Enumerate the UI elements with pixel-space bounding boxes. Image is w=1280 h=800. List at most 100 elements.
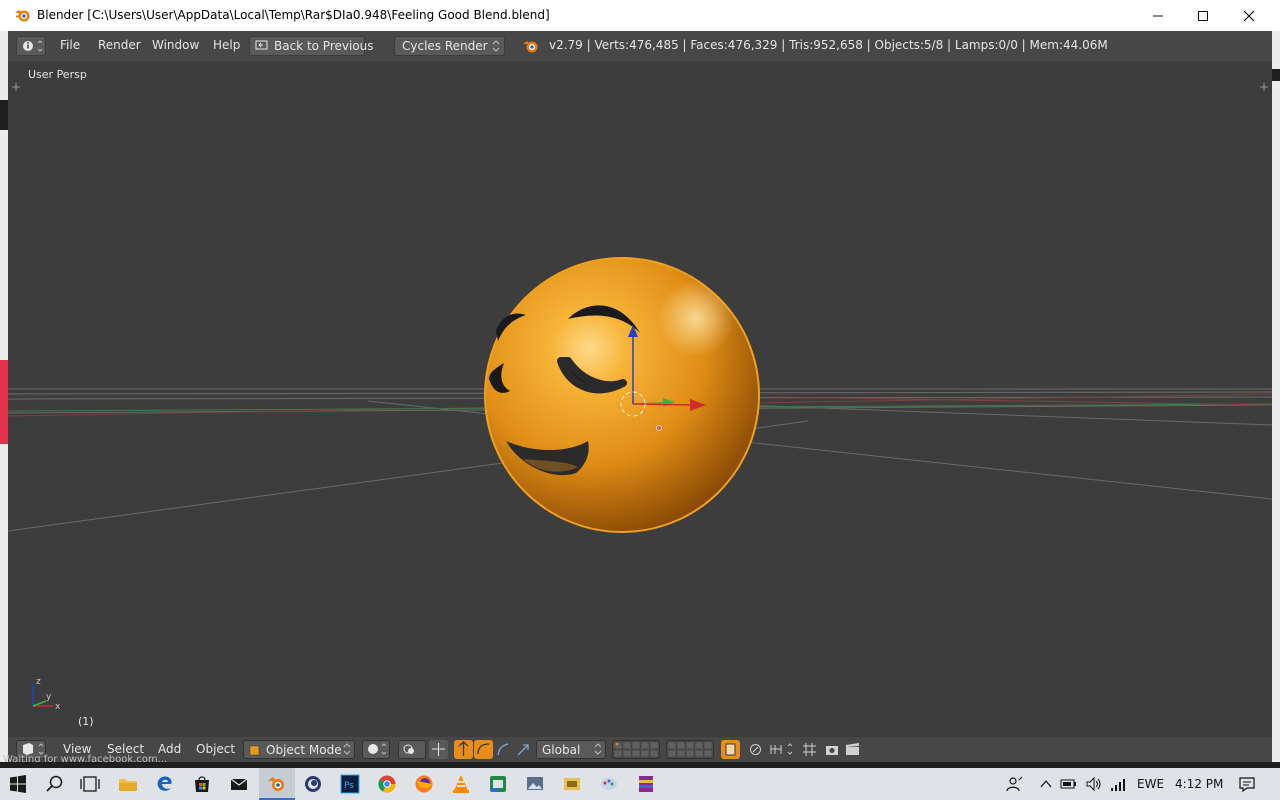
photoshop-icon[interactable]: Ps [340,774,360,794]
layer-lock-icon [725,743,736,756]
minimize-icon [1153,15,1163,16]
pivot-point-select[interactable] [398,740,426,759]
task-view-icon[interactable] [80,774,100,794]
orientation-select[interactable]: Global [536,740,606,759]
snap-grid-icon [803,743,816,756]
close-button[interactable] [1226,0,1272,31]
manipulator-icon [432,743,445,756]
clock[interactable]: 4:12 PM [1175,777,1223,791]
search-icon[interactable] [45,774,65,794]
minimize-button[interactable] [1135,0,1181,31]
back-to-previous-button[interactable]: Back to Previous [249,36,374,56]
editor-type-button[interactable] [16,36,46,56]
axis-gizmo-z-label: z [36,677,41,687]
firefox-icon[interactable] [414,774,434,794]
file-explorer-icon[interactable] [118,774,138,794]
mail-icon[interactable] [229,774,249,794]
snap-toggle[interactable] [800,740,819,759]
vlc-icon[interactable] [451,774,471,794]
blender-logo-icon [15,10,30,22]
emoji-sphere-object[interactable] [484,257,760,533]
cinema4d-icon[interactable] [303,774,323,794]
blender-logo-icon [523,41,538,53]
rotate-arc-icon [477,743,490,755]
layers-grid-icon [613,741,659,758]
store-icon[interactable] [192,774,212,794]
layers-grid-icon [667,741,713,758]
windows-taskbar: Ps EWE 4:12 PM [0,768,1280,800]
maximize-button[interactable] [1180,0,1226,31]
lock-camera-layer-toggle[interactable] [721,740,740,759]
language-indicator[interactable]: EWE [1137,777,1164,791]
background-dark-strip-right [1272,69,1280,81]
scene-stats: v2.79 | Verts:476,485 | Faces:476,329 | … [549,38,1108,52]
svg-text:Ps: Ps [344,781,354,791]
viewport-scene: z x y [8,257,1272,712]
background-window-edge-right [1272,31,1280,762]
updown-arrows-icon [343,743,351,755]
menu-help[interactable]: Help [213,38,240,52]
layer-buttons-group-2[interactable] [666,740,714,759]
3d-viewport[interactable]: z x y User Persp (1) + + [8,61,1272,737]
app-photos-icon[interactable] [525,774,545,794]
viewport-shading-select[interactable] [362,740,390,759]
info-header: File Render Window Help Back to Previous… [8,31,1272,61]
network-signal-icon[interactable] [1110,776,1126,792]
render-engine-label: Cycles Render [402,39,488,53]
background-red-strip [0,360,8,444]
axis-gizmo-x-label: x [55,702,61,712]
object-origin-dot [656,425,662,431]
scale-icon [497,743,509,756]
app-green-icon[interactable] [488,774,508,794]
mode-label: Object Mode [266,743,342,757]
notifications-icon[interactable] [1238,776,1256,792]
volume-icon[interactable] [1085,776,1103,792]
status-overlay-text: Waiting for www.facebook.com... [3,754,168,762]
app-winrar-icon[interactable] [636,774,656,794]
snap-element-select[interactable] [768,740,796,759]
edge-icon[interactable] [155,774,175,794]
background-dark-strip [0,100,8,130]
blender-taskbar-icon[interactable] [267,774,287,794]
properties-toggle[interactable]: + [1258,81,1270,93]
app-paint-icon[interactable] [599,774,619,794]
info-icon [23,40,43,52]
transform-manipulator-toggle[interactable] [429,740,448,759]
opengl-animation-button[interactable] [843,740,862,759]
scale-arrow-icon [517,744,529,756]
scale-toggle[interactable] [494,740,513,759]
layer-buttons-group-1[interactable] [612,740,660,759]
start-icon[interactable] [8,774,28,794]
view-perspective-label: User Persp [28,68,87,81]
rotate-toggle[interactable] [474,740,493,759]
frame-number-label: (1) [78,715,94,728]
translate-toggle[interactable] [454,740,473,759]
proportional-edit-toggle[interactable] [746,740,765,759]
screen-back-icon [255,40,268,50]
app-folder-icon[interactable] [562,774,582,794]
tool-shelf-toggle[interactable]: + [10,81,22,93]
menu-render[interactable]: Render [98,38,141,52]
snap-increment-icon [770,743,793,755]
render-engine-select[interactable]: Cycles Render [394,36,505,56]
chevron-up-icon[interactable] [1039,778,1053,790]
window-title: Blender [C:\Users\User\AppData\Local\Tem… [37,8,550,22]
menu-file[interactable]: File [60,38,80,52]
translate-arrow-icon [458,741,469,756]
opengl-render-button[interactable] [823,740,842,759]
updown-arrows-icon [492,40,500,52]
orientation-label: Global [542,743,581,757]
back-to-previous-label: Back to Previous [274,39,374,53]
updown-arrows-icon [594,743,602,755]
people-icon[interactable] [1006,776,1024,792]
menu-window[interactable]: Window [152,38,199,52]
solid-shading-icon [368,743,387,755]
background-window-edge-left [0,31,8,762]
scale-handle-toggle[interactable] [514,740,533,759]
clapper-icon [846,743,859,755]
chrome-icon[interactable] [377,774,397,794]
battery-icon[interactable] [1060,777,1078,791]
status-overlay: Waiting for www.facebook.com... [0,751,260,762]
proportional-edit-icon [750,744,761,755]
axis-gizmo-y-label: y [46,692,52,702]
